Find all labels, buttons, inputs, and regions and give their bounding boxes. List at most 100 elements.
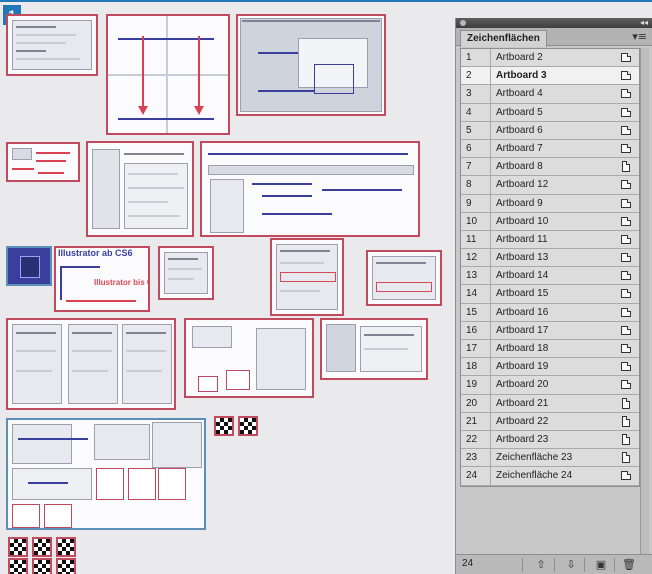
artboard-options-icon[interactable] [622, 161, 630, 173]
artboard-row-name: Artboard 7 [496, 142, 543, 154]
artboard-row[interactable]: 23 Zeichenfläche 23 [461, 449, 639, 468]
artboard-row[interactable]: 9 Artboard 9 [461, 194, 639, 213]
artboard-row[interactable]: 5 Artboard 6 [461, 121, 639, 140]
artboard-options-icon[interactable] [621, 143, 631, 153]
artboard-row[interactable]: 3 Artboard 4 [461, 85, 639, 104]
artboard-row[interactable]: 7 Artboard 8 [461, 158, 639, 177]
artboard-list: 1 Artboard 2 2 Artboard 3 3 Artboard 4 4 Artboa… [460, 48, 640, 487]
artboard-row[interactable]: 20 Artboard 21 [461, 394, 639, 413]
artboard-thumbnail[interactable] [270, 238, 344, 316]
collapse-icon[interactable]: ◂◂ [640, 18, 648, 28]
close-icon[interactable] [460, 20, 466, 26]
artboard-row[interactable]: 4 Artboard 5 [461, 103, 639, 122]
checker-thumbnail[interactable] [8, 558, 28, 574]
arrow-up-icon: ⇧ [536, 558, 546, 571]
checker-thumbnail[interactable] [238, 416, 258, 436]
artboard-row[interactable]: 10 Artboard 10 [461, 212, 639, 231]
artboard-options-icon[interactable] [621, 289, 631, 299]
checker-thumbnail[interactable] [32, 558, 52, 574]
artboard-thumbnail[interactable] [86, 141, 194, 237]
artboard-thumbnail[interactable] [6, 142, 80, 182]
artboard-row-name: Artboard 17 [496, 324, 549, 336]
scrollbar[interactable] [640, 48, 649, 573]
artboard-thumbnail[interactable] [320, 318, 428, 380]
artboard-thumbnail[interactable] [6, 14, 98, 76]
move-up-button[interactable]: ⇧ [534, 558, 548, 572]
artboard-row-name: Artboard 15 [496, 288, 549, 300]
artboard-options-icon[interactable] [621, 380, 631, 390]
artboard-row-name: Artboard 16 [496, 306, 549, 318]
artboard-row[interactable]: 11 Artboard 11 [461, 230, 639, 250]
artboard-row[interactable]: 6 Artboard 7 [461, 139, 639, 159]
artboard-options-icon[interactable] [622, 415, 630, 427]
artboard-row[interactable]: 1 Artboard 2 [461, 49, 639, 68]
artboard-thumbnail[interactable]: Illustrator ab CS6 Illustrator bis CS4 [54, 246, 150, 312]
checker-thumbnail[interactable] [8, 537, 28, 557]
artboard-thumbnail[interactable] [106, 14, 230, 135]
artboard-row[interactable]: 14 Artboard 15 [461, 285, 639, 304]
artboard-row-number: 5 [461, 121, 491, 139]
artboard-options-icon[interactable] [621, 89, 631, 99]
artboard-options-icon[interactable] [621, 344, 631, 353]
artboard-row[interactable]: 22 Artboard 23 [461, 430, 639, 450]
artboard-options-icon[interactable] [622, 433, 630, 445]
checker-thumbnail[interactable] [214, 416, 234, 436]
delete-artboard-button[interactable]: 🗑 [622, 558, 636, 572]
artboard-row-number: 24 [461, 467, 491, 485]
panel-titlebar[interactable]: ◂◂ [456, 18, 652, 28]
checker-thumbnail[interactable] [56, 537, 76, 557]
artboard-options-icon[interactable] [621, 125, 631, 135]
new-artboard-button[interactable]: ▣ [594, 558, 608, 572]
artboard-row[interactable]: 15 Artboard 16 [461, 303, 639, 322]
artboard-row-number: 2 [461, 67, 491, 85]
artboard-row[interactable]: 18 Artboard 19 [461, 358, 639, 377]
artboard-row[interactable]: 13 Artboard 14 [461, 267, 639, 286]
artboard-thumbnail[interactable] [236, 14, 386, 116]
artboard-row-name: Artboard 20 [496, 379, 549, 391]
artboard-options-icon[interactable] [621, 325, 631, 335]
artboard-options-icon[interactable] [621, 362, 631, 372]
checker-thumbnail[interactable] [56, 558, 76, 574]
illustrator-cs4-label: Illustrator bis CS4 [94, 278, 148, 287]
artboard-row[interactable]: 16 Artboard 17 [461, 321, 639, 340]
artboard-row-name: Artboard 19 [496, 361, 549, 373]
artboard-thumbnail[interactable] [6, 418, 206, 530]
panel-menu-icon[interactable]: ▾≡ [632, 31, 647, 42]
artboard-thumbnail[interactable] [6, 246, 52, 286]
artboard-row-number: 19 [461, 376, 491, 394]
artboard-options-icon[interactable] [621, 71, 631, 81]
artboard-row[interactable]: 24 Zeichenfläche 24 [461, 467, 639, 486]
artboard-options-icon[interactable] [621, 53, 631, 62]
panel-tabbar: Zeichenflächen ▾≡ [456, 28, 652, 47]
artboard-row[interactable]: 8 Artboard 12 [461, 176, 639, 195]
artboard-options-icon[interactable] [621, 107, 631, 117]
artboard-row[interactable]: 2 Artboard 3 [461, 67, 639, 86]
artboard-options-icon[interactable] [621, 471, 631, 481]
artboard-options-icon[interactable] [622, 397, 630, 409]
artboard-row-name: Artboard 4 [496, 88, 543, 100]
artboard-thumbnail[interactable] [200, 141, 420, 237]
artboard-thumbnail[interactable] [158, 246, 214, 300]
artboard-options-icon[interactable] [621, 180, 631, 190]
artboard-row-number: 11 [461, 230, 491, 249]
artboard-row[interactable]: 17 Artboard 18 [461, 340, 639, 359]
checker-thumbnail[interactable] [32, 537, 52, 557]
artboard-thumbnail[interactable] [366, 250, 442, 306]
move-down-button[interactable]: ⇩ [564, 558, 578, 572]
artboard-options-icon[interactable] [621, 253, 631, 263]
artboard-options-icon[interactable] [621, 234, 631, 244]
artboard-options-icon[interactable] [621, 216, 631, 226]
artboard-row[interactable]: 12 Artboard 13 [461, 249, 639, 268]
artboard-thumbnail[interactable] [6, 318, 176, 410]
artboard-options-icon[interactable] [621, 307, 631, 317]
artboard-options-icon[interactable] [622, 452, 630, 464]
artboard-options-icon[interactable] [621, 271, 631, 281]
artboard-row-name: Artboard 8 [496, 161, 543, 173]
artboard-row-name: Artboard 23 [496, 433, 549, 445]
artboard-row[interactable]: 19 Artboard 20 [461, 376, 639, 395]
artboard-options-icon[interactable] [621, 198, 631, 208]
artboard-row[interactable]: 21 Artboard 22 [461, 412, 639, 431]
artboard-thumbnail[interactable] [184, 318, 314, 398]
artboard-row-name: Artboard 5 [496, 106, 543, 118]
tab-artboards[interactable]: Zeichenflächen [460, 30, 547, 47]
